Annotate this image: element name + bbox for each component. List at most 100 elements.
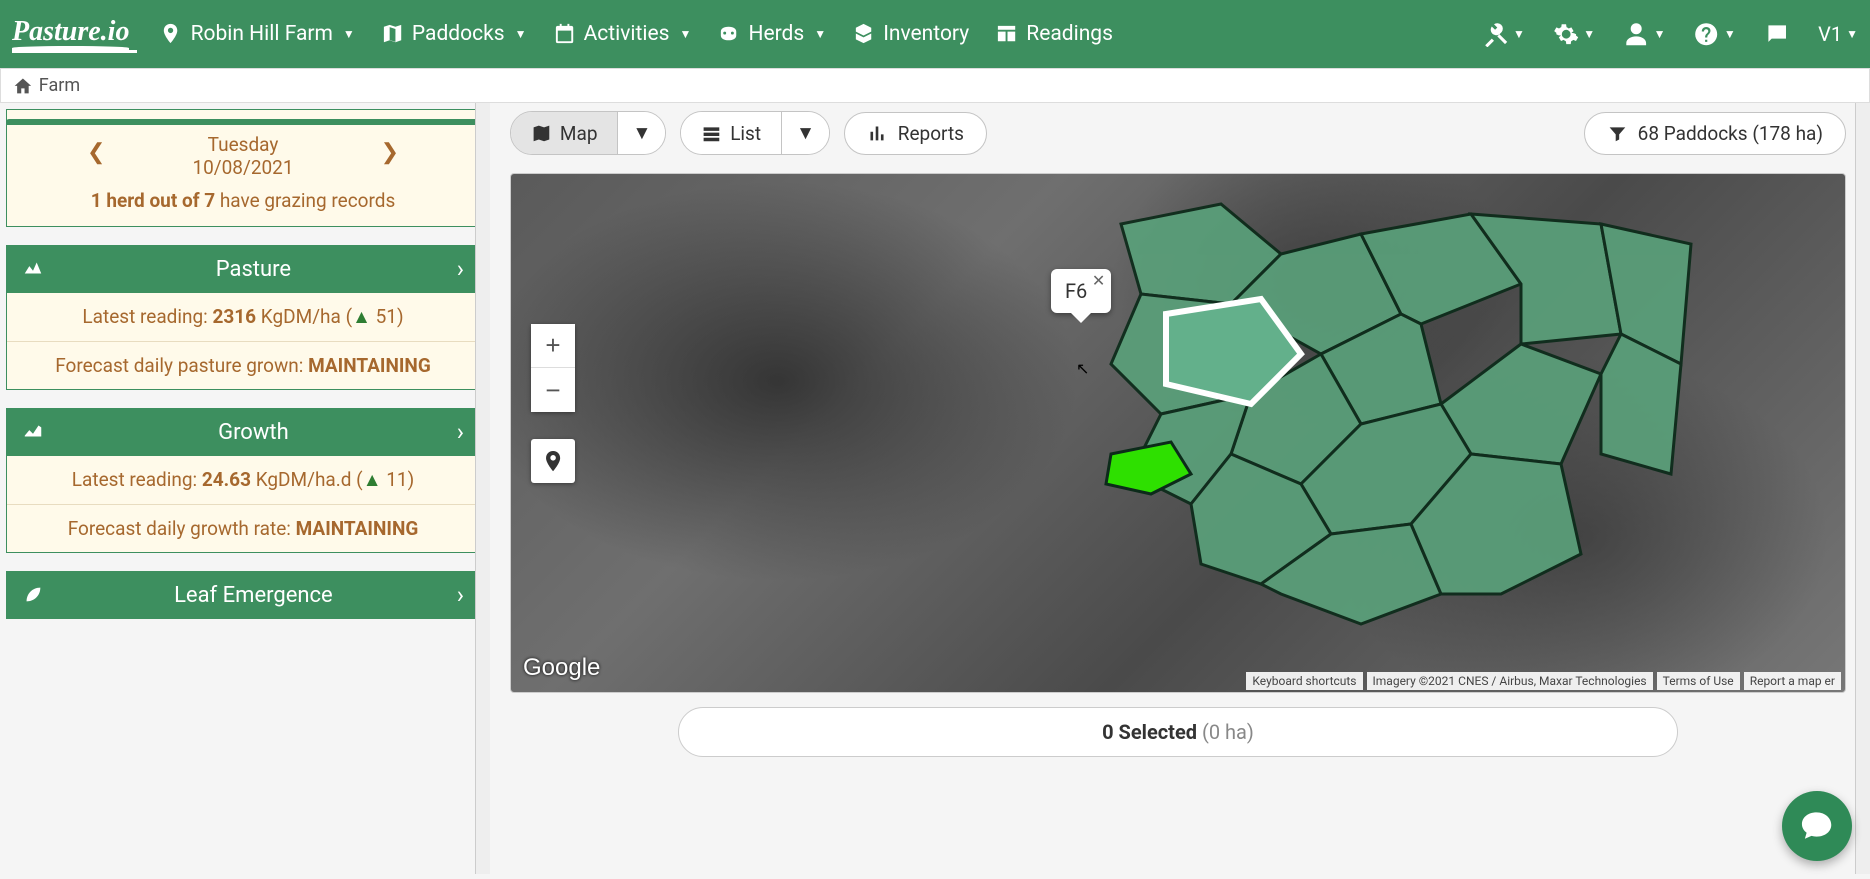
paddock-filter[interactable]: 68 Paddocks (178 ha) <box>1584 112 1846 155</box>
calendar-icon <box>553 22 576 45</box>
chevron-right-icon: › <box>457 581 464 609</box>
date-card: ❮ ❯ Tuesday 10/08/2021 1 herd out of 7 h… <box>6 109 480 227</box>
map-attribution: Keyboard shortcuts Imagery ©2021 CNES / … <box>1246 672 1841 690</box>
scrollbar-thumb[interactable] <box>1857 163 1869 563</box>
view-map-group: Map ▼ <box>510 111 666 155</box>
growth-forecast: Forecast daily growth rate: MAINTAINING <box>7 505 479 552</box>
caret-down-icon: ▼ <box>814 27 826 41</box>
boxes-icon <box>852 22 875 45</box>
scrollbar-thumb[interactable] <box>477 223 489 403</box>
caret-down-icon: ▼ <box>632 121 651 145</box>
nav-paddocks[interactable]: Paddocks ▼ <box>377 16 531 52</box>
paddock-overlay <box>1001 194 1701 674</box>
nav-help[interactable]: ▼ <box>1693 21 1735 47</box>
nav-farm-label: Robin Hill Farm <box>191 22 333 46</box>
table-icon <box>995 22 1018 45</box>
nav-herds[interactable]: Herds ▼ <box>713 16 830 52</box>
zoom-in-button[interactable]: + <box>531 324 575 368</box>
map-zoom-controls: + − <box>531 324 575 412</box>
map[interactable]: + − ✕ F6 ↖ Google Keyboard shortcuts Ima… <box>510 173 1846 693</box>
leaf-icon <box>22 583 50 607</box>
caret-down-icon: ▼ <box>1846 27 1858 41</box>
up-arrow-icon: ▲ <box>352 305 376 328</box>
map-pin-icon <box>541 449 565 473</box>
chat-bubble-icon <box>1799 808 1834 843</box>
panel-growth-title: Growth <box>50 420 457 445</box>
close-icon[interactable]: ✕ <box>1092 271 1105 290</box>
main-content: Map ▼ List ▼ Reports 68 Paddocks (178 ha… <box>490 103 1870 874</box>
view-toolbar: Map ▼ List ▼ Reports 68 Paddocks (178 ha… <box>510 111 1846 155</box>
help-icon <box>1693 21 1719 47</box>
breadcrumb-text[interactable]: Farm <box>39 75 80 96</box>
nav-tools[interactable]: ▼ <box>1483 21 1525 47</box>
caret-down-icon: ▼ <box>1583 27 1595 41</box>
view-list-button[interactable]: List <box>681 112 781 154</box>
caret-down-icon: ▼ <box>1724 27 1736 41</box>
view-map-button[interactable]: Map <box>511 112 617 154</box>
chat-fab[interactable] <box>1782 791 1852 861</box>
nav-readings[interactable]: Readings <box>991 16 1117 52</box>
nav-herds-label: Herds <box>748 22 804 46</box>
view-reports-label: Reports <box>898 122 964 145</box>
up-arrow-icon: ▲ <box>363 468 387 491</box>
grazing-suffix: have grazing records <box>215 189 395 212</box>
nav-chat[interactable] <box>1764 21 1790 47</box>
navbar: Pasture.io Robin Hill Farm ▼ Paddocks ▼ … <box>0 0 1870 68</box>
area-chart-icon <box>22 257 50 281</box>
nav-activities[interactable]: Activities ▼ <box>549 16 696 52</box>
nav-user[interactable]: ▼ <box>1623 21 1665 47</box>
date-value: 10/08/2021 <box>7 156 479 179</box>
nav-version[interactable]: V1 ▼ <box>1818 22 1858 46</box>
panel-leaf-title: Leaf Emergence <box>50 583 457 608</box>
map-locate-button[interactable] <box>531 439 575 483</box>
nav-inventory[interactable]: Inventory <box>848 16 973 52</box>
bar-chart-icon <box>867 123 888 144</box>
pasture-latest-reading: Latest reading: 2316 KgDM/ha (▲ 51) <box>7 293 479 342</box>
version-label: V1 <box>1818 22 1842 46</box>
map-terms-link[interactable]: Terms of Use <box>1657 672 1740 690</box>
date-day: Tuesday <box>7 133 479 156</box>
nav-settings[interactable]: ▼ <box>1553 21 1595 47</box>
panel-growth: Growth › Latest reading: 24.63 KgDM/ha.d… <box>6 408 480 553</box>
nav-farm-selector[interactable]: Robin Hill Farm ▼ <box>155 16 358 52</box>
view-list-group: List ▼ <box>680 111 830 155</box>
paddock-popup-label: F6 <box>1065 279 1087 303</box>
panel-pasture-header[interactable]: Pasture › <box>6 245 480 293</box>
view-list-dropdown[interactable]: ▼ <box>781 112 829 154</box>
chevron-right-icon: › <box>457 255 464 283</box>
map-report-link[interactable]: Report a map er <box>1744 672 1841 690</box>
paddock-filter-label: 68 Paddocks (178 ha) <box>1638 122 1823 145</box>
gear-icon <box>1553 21 1579 47</box>
sidebar: ❮ ❯ Tuesday 10/08/2021 1 herd out of 7 h… <box>0 103 490 874</box>
cursor-icon: ↖ <box>1076 359 1089 378</box>
view-map-dropdown[interactable]: ▼ <box>617 112 665 154</box>
breadcrumb: Farm <box>0 68 1870 103</box>
map-keyboard-link[interactable]: Keyboard shortcuts <box>1246 672 1362 690</box>
panel-pasture-title: Pasture <box>50 257 457 282</box>
nav-inventory-label: Inventory <box>883 22 969 46</box>
tools-icon <box>1483 21 1509 47</box>
caret-down-icon: ▼ <box>515 27 527 41</box>
view-reports-button[interactable]: Reports <box>844 112 987 155</box>
view-map-label: Map <box>560 122 598 145</box>
panel-leaf: Leaf Emergence › <box>6 571 480 619</box>
chat-icon <box>1764 21 1790 47</box>
nav-paddocks-label: Paddocks <box>412 22 505 46</box>
chevron-right-icon: › <box>457 418 464 446</box>
panel-leaf-header[interactable]: Leaf Emergence › <box>6 571 480 619</box>
google-watermark: Google <box>523 654 600 682</box>
caret-down-icon: ▼ <box>1513 27 1525 41</box>
grazing-count: 1 herd out of 7 <box>91 189 215 212</box>
prev-day-button[interactable]: ❮ <box>87 140 105 165</box>
map-icon <box>381 22 404 45</box>
table-icon <box>701 123 722 144</box>
view-list-label: List <box>730 122 761 145</box>
next-day-button[interactable]: ❯ <box>381 140 399 165</box>
zoom-out-button[interactable]: − <box>531 368 575 412</box>
line-chart-icon <box>22 420 50 444</box>
caret-down-icon: ▼ <box>1654 27 1666 41</box>
panel-growth-header[interactable]: Growth › <box>6 408 480 456</box>
cow-icon <box>717 22 740 45</box>
map-icon <box>531 123 552 144</box>
brand-logo[interactable]: Pasture.io <box>12 16 137 53</box>
